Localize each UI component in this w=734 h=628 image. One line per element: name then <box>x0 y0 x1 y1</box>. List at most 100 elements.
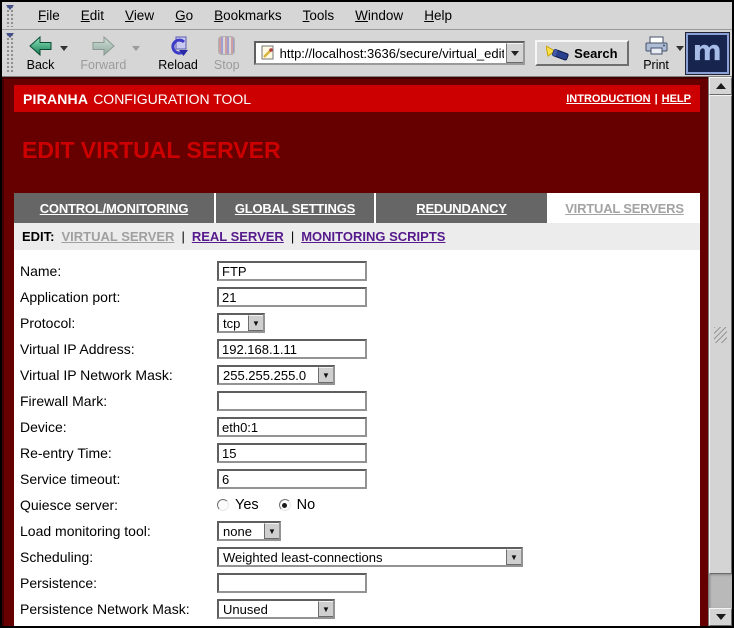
reload-button[interactable]: Reload <box>158 34 198 72</box>
tab-global-settings[interactable]: GLOBAL SETTINGS <box>214 193 374 223</box>
firewall-mark-input[interactable] <box>217 391 367 411</box>
main-tab-bar: CONTROL/MONITORING GLOBAL SETTINGS REDUN… <box>14 193 700 223</box>
back-button[interactable]: Back <box>27 34 71 72</box>
search-button[interactable]: Search <box>535 40 628 66</box>
menu-help[interactable]: Help <box>424 8 452 23</box>
scrollbar-trough[interactable] <box>709 574 732 608</box>
chevron-down-icon: ▼ <box>318 367 333 383</box>
form-row-firewall-mark: Firewall Mark: <box>18 388 700 414</box>
persistence-input[interactable] <box>217 573 367 593</box>
forward-button[interactable]: Forward <box>80 34 142 72</box>
brand-name: PIRANHA <box>23 91 88 107</box>
toolbar-grabber-handle[interactable] <box>5 4 15 27</box>
scrollbar-grip-icon <box>714 327 727 343</box>
page-title: EDIT VIRTUAL SERVER <box>22 137 708 164</box>
virtual-ip-mask-select[interactable]: 255.255.255.0 ▼ <box>217 365 335 385</box>
subnav-real-server-link[interactable]: REAL SERVER <box>192 229 284 244</box>
load-monitoring-select[interactable]: none ▼ <box>217 521 281 541</box>
persistence-mask-select[interactable]: Unused ▼ <box>217 599 335 619</box>
menu-edit[interactable]: Edit <box>81 8 104 23</box>
virtual-ip-label: Virtual IP Address: <box>18 341 217 357</box>
quiesce-radio-group: Yes No <box>217 497 315 513</box>
form-row-persistence-mask: Persistence Network Mask: Unused ▼ <box>18 596 700 622</box>
mozilla-logo-button[interactable]: m <box>686 33 729 74</box>
help-link[interactable]: HELP <box>662 93 691 105</box>
brand-subtitle: CONFIGURATION TOOL <box>93 91 251 107</box>
subnav-prefix: EDIT: <box>22 229 55 244</box>
firewall-mark-label: Firewall Mark: <box>18 393 217 409</box>
stop-icon <box>218 34 235 57</box>
toolbar-grabber-handle[interactable] <box>5 32 15 74</box>
arrow-down-icon <box>716 614 726 620</box>
persistence-label: Persistence: <box>18 575 217 591</box>
service-timeout-input[interactable] <box>217 469 367 489</box>
application-port-label: Application port: <box>18 289 217 305</box>
service-timeout-label: Service timeout: <box>18 471 217 487</box>
application-port-input[interactable] <box>217 287 367 307</box>
forward-icon <box>91 34 115 57</box>
menu-go[interactable]: Go <box>175 8 193 23</box>
subnav-monitoring-scripts-link[interactable]: MONITORING SCRIPTS <box>301 229 445 244</box>
tab-control-monitoring[interactable]: CONTROL/MONITORING <box>14 193 214 223</box>
chevron-down-icon: ▼ <box>264 523 279 539</box>
chevron-down-icon: ▼ <box>506 549 521 565</box>
virtual-ip-input[interactable] <box>217 339 367 359</box>
form-row-application-port: Application port: <box>18 284 700 310</box>
form-row-persistence: Persistence: <box>18 570 700 596</box>
scrollbar-thumb[interactable] <box>709 95 732 574</box>
form-row-scheduling: Scheduling: Weighted least-connections ▼ <box>18 544 700 570</box>
menu-bar: File Edit View Go Bookmarks Tools Window… <box>2 2 732 30</box>
reentry-time-input[interactable] <box>217 443 367 463</box>
quiesce-server-label: Quiesce server: <box>18 497 217 513</box>
device-input[interactable] <box>217 417 367 437</box>
page-bookmark-icon[interactable] <box>260 45 276 61</box>
form-row-quiesce-server: Quiesce server: Yes No <box>18 492 700 518</box>
back-icon <box>29 34 53 57</box>
form-row-name: Name: <box>18 258 700 284</box>
url-input[interactable] <box>278 46 507 61</box>
forward-dropdown-arrow-icon <box>132 46 140 51</box>
browser-window: File Edit View Go Bookmarks Tools Window… <box>0 0 734 628</box>
menu-file[interactable]: File <box>38 8 60 23</box>
protocol-value: tcp <box>219 316 240 331</box>
menu-window[interactable]: Window <box>355 8 403 23</box>
form-row-virtual-ip-mask: Virtual IP Network Mask: 255.255.255.0 ▼ <box>18 362 700 388</box>
flashlight-icon <box>546 45 569 62</box>
url-history-dropdown-button[interactable] <box>506 43 523 63</box>
protocol-select[interactable]: tcp ▼ <box>217 313 265 333</box>
scroll-up-button[interactable] <box>709 77 732 95</box>
forward-label: Forward <box>80 58 126 72</box>
quiesce-yes-radio[interactable] <box>217 499 229 511</box>
device-label: Device: <box>18 419 217 435</box>
back-dropdown-arrow-icon[interactable] <box>60 46 68 51</box>
chevron-down-icon: ▼ <box>318 601 333 617</box>
tab-virtual-servers[interactable]: VIRTUAL SERVERS <box>547 193 700 223</box>
reload-icon <box>167 34 189 57</box>
scheduling-value: Weighted least-connections <box>219 550 382 565</box>
chevron-down-icon: ▼ <box>248 315 263 331</box>
menu-bookmarks[interactable]: Bookmarks <box>214 8 282 23</box>
introduction-link[interactable]: INTRODUCTION <box>566 93 650 105</box>
stop-button[interactable]: Stop <box>214 34 240 72</box>
menu-tools[interactable]: Tools <box>303 8 335 23</box>
url-bar <box>254 41 526 65</box>
tab-redundancy[interactable]: REDUNDANCY <box>374 193 547 223</box>
print-label: Print <box>643 58 669 72</box>
name-input[interactable] <box>217 261 367 281</box>
subnav-separator: | <box>291 229 294 244</box>
stop-label: Stop <box>214 58 240 72</box>
form-row-virtual-ip: Virtual IP Address: <box>18 336 700 362</box>
scheduling-label: Scheduling: <box>18 549 217 565</box>
scheduling-select[interactable]: Weighted least-connections ▼ <box>217 547 523 567</box>
link-separator: | <box>655 93 658 105</box>
form-row-load-monitoring: Load monitoring tool: none ▼ <box>18 518 700 544</box>
load-monitoring-label: Load monitoring tool: <box>18 523 217 539</box>
scroll-down-button[interactable] <box>709 608 732 626</box>
print-button[interactable]: Print <box>643 34 686 72</box>
subnav-separator: | <box>181 229 184 244</box>
print-dropdown-arrow-icon[interactable] <box>676 46 684 51</box>
quiesce-no-radio[interactable] <box>279 499 291 511</box>
menu-view[interactable]: View <box>125 8 154 23</box>
name-label: Name: <box>18 263 217 279</box>
subnav-virtual-server-link[interactable]: VIRTUAL SERVER <box>62 229 175 244</box>
